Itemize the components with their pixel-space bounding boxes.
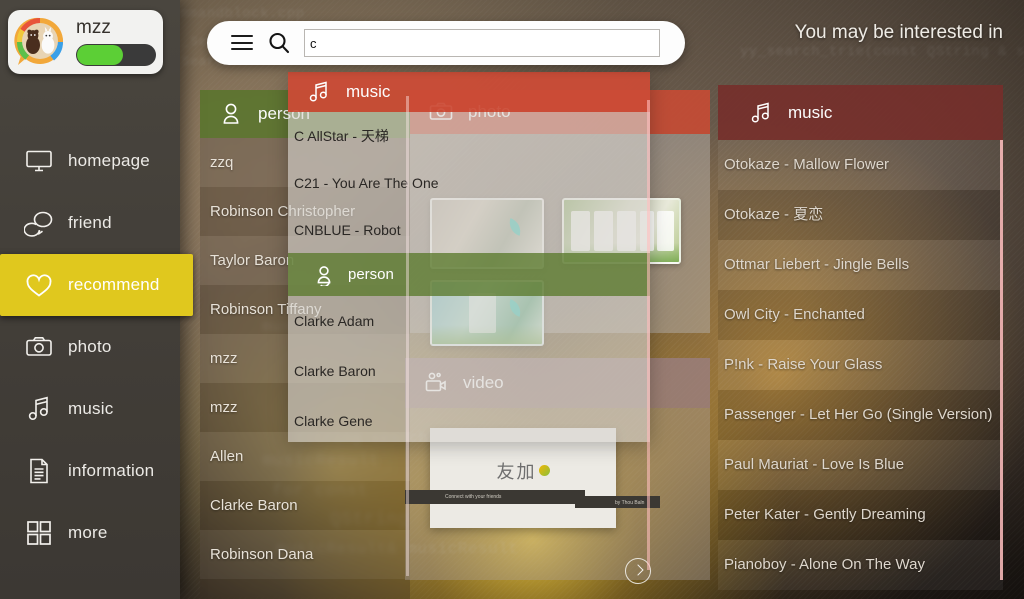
left-sidebar: mzz homepage friend recommend photo music inf… (0, 0, 193, 599)
sidebar-item-friend[interactable]: friend (0, 192, 180, 254)
music-note-icon (24, 394, 54, 424)
person-list-item[interactable]: Clarke Baron (200, 481, 410, 530)
sidebar-item-label: photo (68, 337, 112, 356)
sidebar-item-label: music (68, 399, 114, 418)
recommend-panel-header-label: music (788, 102, 833, 122)
sidebar-item-label: more (68, 523, 108, 542)
recommend-title: You may be interested in (794, 22, 1003, 43)
recommend-list-item[interactable]: Ottmar Liebert - Jingle Bells (718, 240, 1003, 290)
recommend-scrollbar[interactable] (1000, 140, 1003, 580)
toggle-knob (77, 45, 123, 65)
sidebar-item-label: homepage (68, 151, 150, 170)
person-suggestion-item[interactable]: Clarke Gene (288, 396, 650, 446)
music-suggestion-item[interactable]: CNBLUE - Robot (288, 206, 650, 253)
sidebar-item-photo[interactable]: photo (0, 316, 180, 378)
person-list-item[interactable]: Robinson Dana (200, 530, 410, 579)
recommend-panel-header[interactable]: music (718, 85, 1003, 140)
sidebar-item-label: friend (68, 213, 112, 232)
logo-dot-icon (538, 465, 550, 476)
person-suggestion-item[interactable]: Clarke Adam (288, 296, 650, 346)
sidebar-item-label: information (68, 461, 155, 480)
results-divider-scrollbar[interactable] (406, 96, 409, 576)
app-window: mmandblock.cpp_SeSearchyy_search_trie(co… (0, 0, 1024, 599)
music-note-icon (748, 100, 774, 126)
recommend-list-item[interactable]: Paul Mauriat - Love Is Blue (718, 440, 1003, 490)
sidebar-item-label: recommend (68, 275, 160, 294)
video-logo: 友加 (430, 458, 616, 484)
music-overlay-person-header[interactable]: person (288, 253, 650, 296)
video-caption: Connect with your friends (445, 494, 502, 500)
music-suggestion-list: C AllStar - 天梯 C21 - You Are The One CNBLU… (288, 112, 650, 253)
chat-bubbles-icon (23, 208, 54, 238)
heart-icon (24, 270, 54, 300)
music-suggestions-overlay: music C AllStar - 天梯 C21 - You Are The On… (288, 72, 650, 442)
sidebar-nav: homepage friend recommend photo music informa… (0, 130, 193, 564)
person-icon (218, 101, 244, 127)
person-suggestion-list: Clarke Adam Clarke Baron Clarke Gene (288, 296, 650, 446)
search-input[interactable] (304, 29, 660, 57)
profile-card[interactable]: mzz (8, 10, 163, 74)
sidebar-item-music[interactable]: music (0, 378, 180, 440)
recommend-list: Otokaze - Mallow Flower Otokaze - 夏恋 Ottma… (718, 140, 1003, 590)
music-note-icon (306, 79, 332, 105)
recommend-list-item[interactable]: Peter Kater - Gently Dreaming (718, 490, 1003, 540)
video-logo-text: 友加 (496, 462, 537, 482)
person-icon (313, 264, 335, 287)
recommend-list-item[interactable]: Passenger - Let Her Go (Single Version) (718, 390, 1003, 440)
grid-icon (24, 518, 54, 548)
line-bear-rabbit-avatar[interactable] (14, 16, 66, 68)
status-toggle[interactable] (76, 44, 156, 66)
music-suggestion-item[interactable]: C21 - You Are The One (288, 159, 650, 206)
recommend-list-item[interactable]: Owl City - Enchanted (718, 290, 1003, 340)
music-suggestion-item[interactable]: C AllStar - 天梯 (288, 112, 650, 159)
recommend-list-item[interactable]: Pianoboy - Alone On The Way (718, 540, 1003, 590)
sidebar-item-more[interactable]: more (0, 502, 180, 564)
sidebar-item-information[interactable]: information (0, 440, 180, 502)
sidebar-item-recommend[interactable]: recommend (0, 254, 193, 316)
recommend-list-item[interactable]: Otokaze - Mallow Flower (718, 140, 1003, 190)
profile-name: mzz (76, 17, 111, 38)
recommend-list-item[interactable]: Otokaze - 夏恋 (718, 190, 1003, 240)
camera-icon (24, 332, 54, 362)
sidebar-item-homepage[interactable]: homepage (0, 130, 180, 192)
music-overlay-header[interactable]: music (288, 72, 650, 112)
monitor-icon (24, 146, 54, 176)
music-overlay-person-label: person (348, 266, 394, 283)
document-icon (24, 456, 54, 486)
thumb-card (657, 211, 675, 251)
hamburger-icon[interactable] (231, 35, 253, 51)
video-caption-bar: Connect with your friends (405, 490, 585, 504)
recommend-panel: music Otokaze - Mallow Flower Otokaze - 夏… (718, 85, 1003, 599)
search-bar[interactable] (207, 21, 685, 65)
person-suggestion-item[interactable]: Clarke Baron (288, 346, 650, 396)
recommend-list-item[interactable]: P!nk - Raise Your Glass (718, 340, 1003, 390)
magnifier-icon[interactable] (267, 31, 291, 55)
music-overlay-header-label: music (346, 82, 391, 101)
overlay-scrollbar[interactable] (647, 100, 650, 570)
